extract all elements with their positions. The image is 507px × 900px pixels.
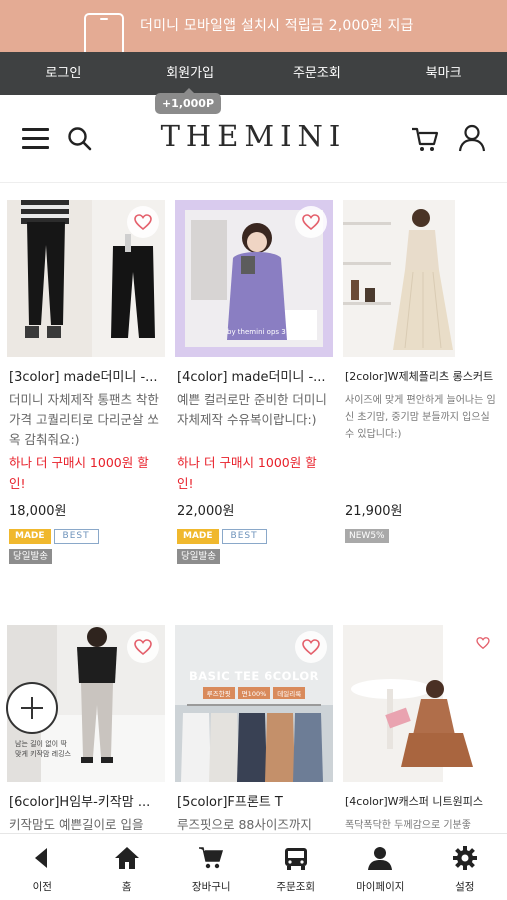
nav-label: 마이페이지 <box>356 881 405 893</box>
product-name[interactable]: [4color] made더미니 -... <box>177 366 333 385</box>
product-description: 루즈핏으로 88사이즈까지 <box>177 817 312 832</box>
order-lookup-link[interactable]: 주문조회 <box>254 52 381 95</box>
person-icon <box>368 847 393 870</box>
user-icon[interactable] <box>457 123 487 153</box>
bottom-nav: 이전 홈 장바구니 주문조회 마이페이지 설정 <box>0 833 507 900</box>
nav-label: 이전 <box>32 881 52 893</box>
nav-label: 장바구니 <box>191 881 231 893</box>
product-tags: MADE BEST <box>177 529 267 544</box>
wishlist-heart-icon[interactable] <box>295 206 327 238</box>
product-name[interactable]: [6color]H임부-키작맘 ... <box>9 791 165 810</box>
image-headline: BASIC TEE 6COLOR <box>189 669 319 683</box>
nav-back-button[interactable]: 이전 <box>0 834 85 900</box>
new-discount-badge: NEW5% <box>345 529 389 543</box>
wishlist-heart-icon[interactable] <box>295 631 327 663</box>
product-description: 폭닥폭닥한 두께감으로 기분좋 <box>345 820 471 831</box>
product-image[interactable] <box>7 200 165 357</box>
join-points-badge: +1,000P <box>155 88 221 114</box>
product-image[interactable]: BASIC TEE 6COLOR 루즈한핏 면100% 데일리룩 <box>175 625 333 782</box>
best-badge: BEST <box>53 529 99 544</box>
bookmark-link[interactable]: 북마크 <box>380 52 507 95</box>
nav-order-button[interactable]: 주문조회 <box>254 834 339 900</box>
wishlist-heart-icon[interactable] <box>471 631 495 655</box>
same-day-shipping-badge: 당일발송 <box>9 549 52 564</box>
product-description: 키작맘도 예쁜길이로 입을 <box>9 817 144 832</box>
wishlist-heart-icon[interactable] <box>127 206 159 238</box>
nav-settings-button[interactable]: 설정 <box>423 834 507 900</box>
site-header: THEMINI <box>0 95 507 183</box>
image-caption: 남는 길이 없이 딱 맞게 키작맘 레깅스 <box>15 740 71 758</box>
banner-text: 더미니 모바일앱 설치시 적립금 2,000원 지급 <box>140 18 414 34</box>
image-chip: 면100% <box>237 687 271 699</box>
wishlist-heart-icon[interactable] <box>127 631 159 663</box>
image-chip: 데일리룩 <box>273 687 306 699</box>
gear-icon <box>452 846 477 870</box>
image-caption: by themini ops 3 color <box>227 328 306 336</box>
nav-cart-button[interactable]: 장바구니 <box>169 834 254 900</box>
same-day-shipping-badge: 당일발송 <box>177 549 220 564</box>
image-chips: 루즈한핏 면100% 데일리룩 <box>175 687 333 699</box>
product-name[interactable]: [4color]W캐스퍼 니트원피스 <box>345 793 501 809</box>
product-name[interactable]: [2color]W제체플리츠 롱스커트 <box>345 368 501 384</box>
cart-icon <box>199 847 224 869</box>
nav-label: 홈 <box>121 881 132 893</box>
product-promo: 하나 더 구매시 1000원 할인! <box>177 455 317 491</box>
product-image[interactable] <box>343 625 501 782</box>
cart-icon[interactable] <box>410 124 440 154</box>
product-description: 예쁜 컬러로만 준비한 더미니 자체제작 수유복이랍니다:) <box>177 392 327 427</box>
home-icon <box>114 847 139 869</box>
product-description: 사이즈에 맞게 편안하게 늘어나는 임신 초기맘, 중기맘 분들까지 입으실 수… <box>345 395 496 440</box>
nav-mypage-button[interactable]: 마이페이지 <box>338 834 423 900</box>
product-price: 21,900원 <box>345 504 403 519</box>
member-nav: 로그인 회원가입 주문조회 북마크 <box>0 52 507 95</box>
product-description: 더미니 자체제작 통팬츠 착한가격 고퀄리티로 다리군살 쏘옥 감춰줘요:) <box>9 392 159 447</box>
product-price: 18,000원 <box>9 504 67 519</box>
product-name[interactable]: [5color]F프론트 T <box>177 791 333 810</box>
app-install-banner[interactable]: 더미니 모바일앱 설치시 적립금 2,000원 지급 <box>0 0 507 52</box>
nav-label: 주문조회 <box>276 881 316 893</box>
nav-home-button[interactable]: 홈 <box>85 834 170 900</box>
product-image[interactable]: by themini ops 3 color <box>175 200 333 357</box>
image-chip: 루즈한핏 <box>202 687 235 699</box>
nav-label: 설정 <box>455 881 475 893</box>
floating-plus-button[interactable] <box>6 682 58 734</box>
product-promo: 하나 더 구매시 1000원 할인! <box>9 455 149 491</box>
made-badge: MADE <box>177 529 219 544</box>
made-badge: MADE <box>9 529 51 544</box>
login-link[interactable]: 로그인 <box>0 52 127 95</box>
best-badge: BEST <box>221 529 267 544</box>
product-name[interactable]: [3color] made더미니 -... <box>9 366 165 385</box>
back-icon <box>35 848 48 868</box>
order-icon <box>284 848 307 870</box>
product-tags: MADE BEST <box>9 529 99 544</box>
product-image[interactable] <box>343 200 501 357</box>
product-tags: NEW5% <box>345 529 389 544</box>
phone-icon <box>84 13 124 52</box>
product-price: 22,000원 <box>177 504 235 519</box>
